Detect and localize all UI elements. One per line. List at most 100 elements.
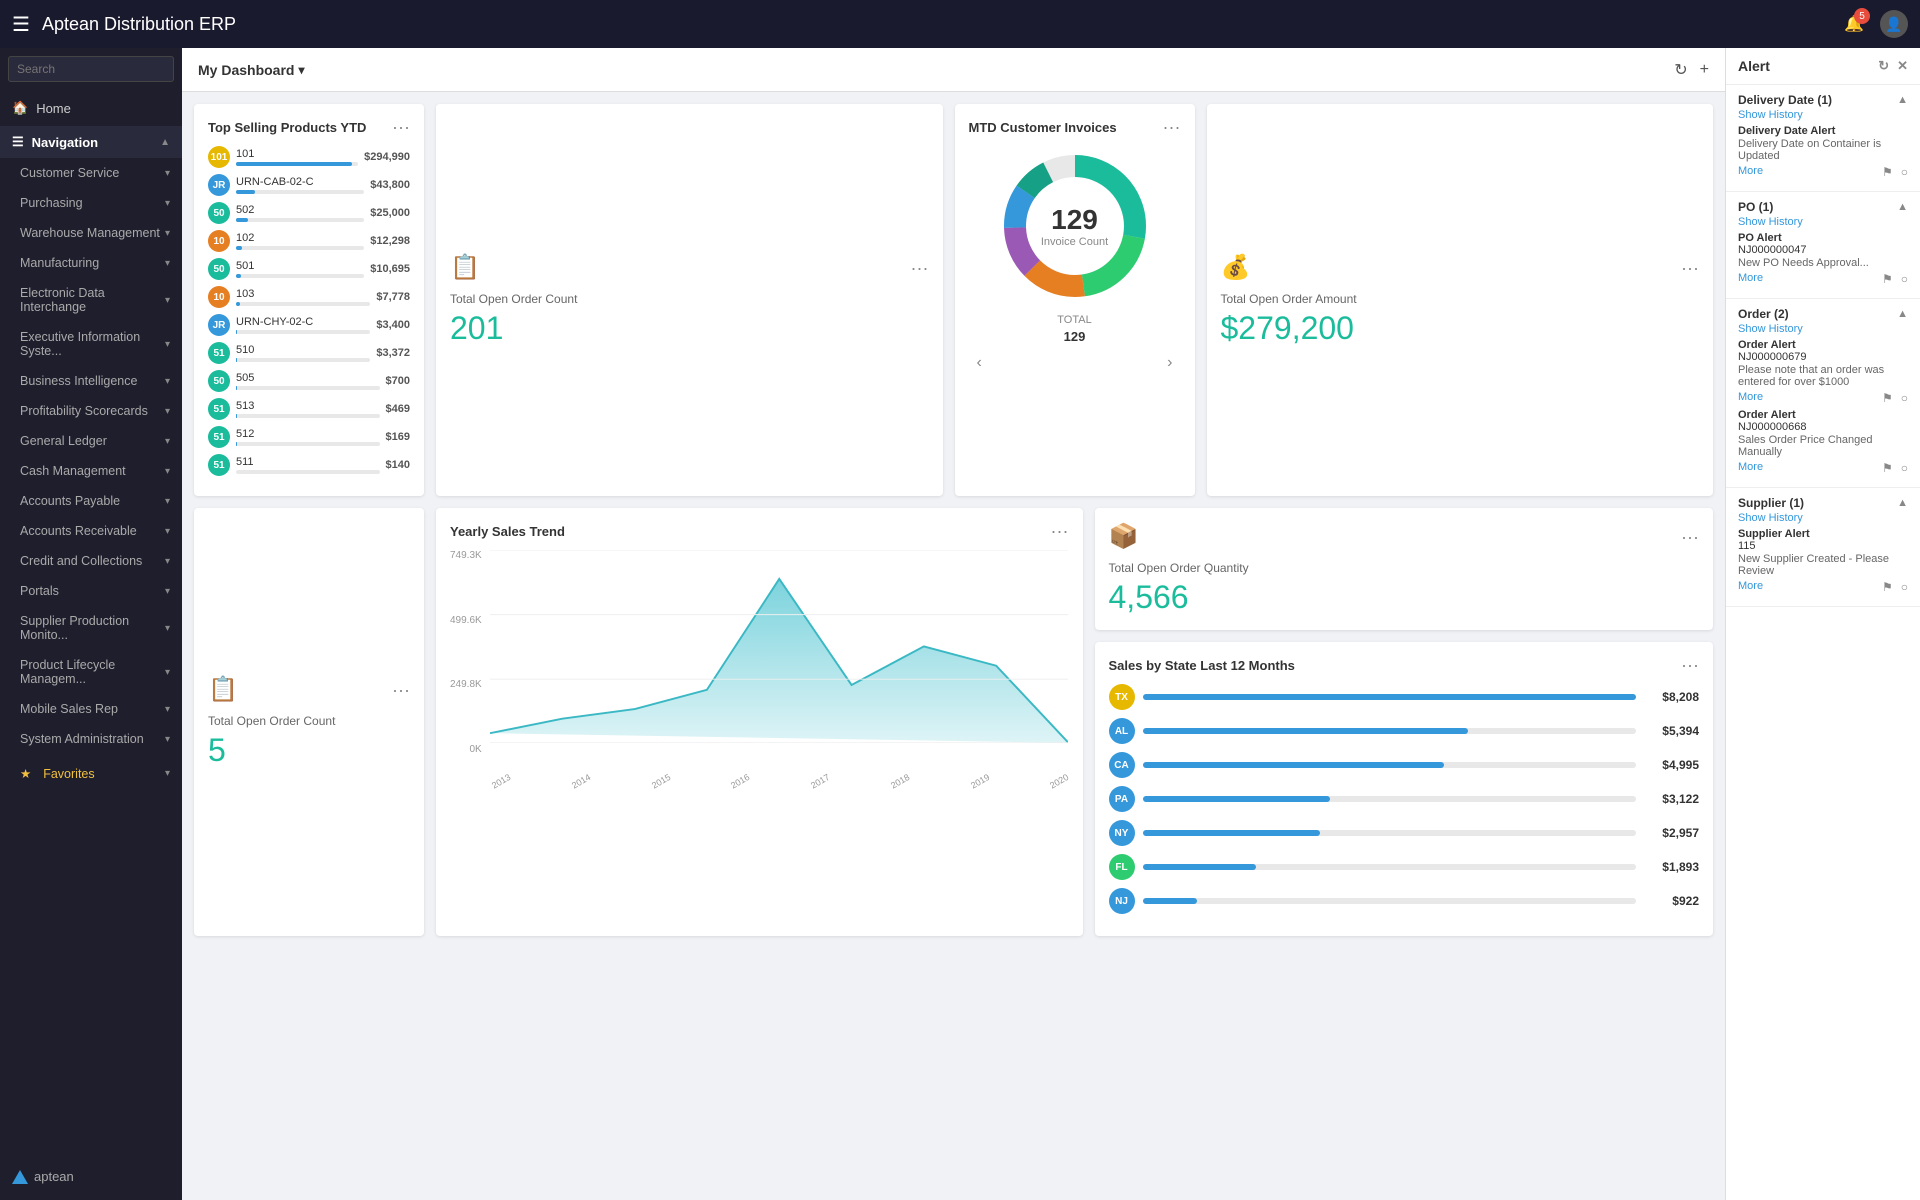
sidebar-item-ap[interactable]: Accounts Payable ▾: [0, 486, 182, 516]
user-avatar[interactable]: 👤: [1880, 10, 1908, 38]
sidebar-item-favorites[interactable]: ★ Favorites ▾: [0, 758, 182, 789]
sidebar-item-portals[interactable]: Portals ▾: [0, 576, 182, 606]
prev-button[interactable]: ‹: [977, 354, 982, 372]
alert-flag-button[interactable]: ⚑: [1882, 165, 1893, 179]
sidebar-label: Manufacturing: [20, 256, 99, 270]
show-history-link[interactable]: Show History: [1738, 109, 1908, 121]
alert-item-number: NJ000000679: [1738, 351, 1908, 363]
chevron-down-icon: ▾: [165, 198, 170, 209]
alert-more-link[interactable]: More: [1738, 165, 1763, 179]
sidebar-item-purchasing[interactable]: Purchasing ▾: [0, 188, 182, 218]
add-button[interactable]: +: [1700, 60, 1709, 80]
alert-more-link[interactable]: More: [1738, 272, 1763, 286]
sidebar-item-manufacturing[interactable]: Manufacturing ▾: [0, 248, 182, 278]
sidebar-navigation-header[interactable]: ☰ Navigation ▲: [0, 126, 182, 158]
order-icon: 📋: [450, 253, 480, 282]
sidebar-label: Cash Management: [20, 464, 126, 478]
sidebar-item-profitability[interactable]: Profitability Scorecards ▾: [0, 396, 182, 426]
alert-section-chevron[interactable]: ▲: [1897, 497, 1908, 509]
sidebar-item-customer-service[interactable]: Customer Service ▾: [0, 158, 182, 188]
alert-actions: More ⚑ ○: [1738, 391, 1908, 405]
search-input[interactable]: [8, 56, 174, 82]
show-history-link[interactable]: Show History: [1738, 512, 1908, 524]
sidebar-item-ar[interactable]: Accounts Receivable ▾: [0, 516, 182, 546]
alert-item: PO Alert NJ000000047 New PO Needs Approv…: [1738, 232, 1908, 286]
sidebar-label: Business Intelligence: [20, 374, 137, 388]
sidebar-item-sysadmin[interactable]: System Administration ▾: [0, 724, 182, 754]
widget-more-button[interactable]: ···: [392, 118, 410, 136]
alert-item-title: Order Alert: [1738, 339, 1908, 351]
alert-section-chevron[interactable]: ▲: [1897, 308, 1908, 320]
sidebar-item-bi[interactable]: Business Intelligence ▾: [0, 366, 182, 396]
sidebar-label: Accounts Receivable: [20, 524, 137, 538]
list-item: FL $1,893: [1109, 854, 1700, 880]
sidebar-item-warehouse[interactable]: Warehouse Management ▾: [0, 218, 182, 248]
alert-close-icon[interactable]: ✕: [1897, 58, 1908, 74]
sidebar-item-eis[interactable]: Executive Information Syste... ▾: [0, 322, 182, 366]
product-badge: 50: [208, 370, 230, 392]
products-list: 101 101 $294,990 JR URN-CAB-02-C $43,800…: [208, 146, 410, 476]
sidebar-item-cash[interactable]: Cash Management ▾: [0, 456, 182, 486]
alert-section-chevron[interactable]: ▲: [1897, 94, 1908, 106]
alert-dismiss-button[interactable]: ○: [1901, 165, 1908, 179]
product-badge: 51: [208, 426, 230, 448]
show-history-link[interactable]: Show History: [1738, 323, 1908, 335]
state-badge: CA: [1109, 752, 1135, 778]
product-name: 511: [236, 456, 380, 468]
alert-dismiss-button[interactable]: ○: [1901, 391, 1908, 405]
alert-more-link[interactable]: More: [1738, 461, 1763, 475]
alert-section-title: PO (1) ▲: [1738, 200, 1908, 214]
state-bar: [1143, 728, 1469, 734]
list-item: 51 510 $3,372: [208, 342, 410, 364]
list-item: 10 103 $7,778: [208, 286, 410, 308]
widget-more-button[interactable]: ···: [911, 259, 929, 277]
alert-section-name: Supplier (1): [1738, 496, 1804, 510]
widget-more-button[interactable]: ···: [392, 681, 410, 699]
widget-header: 💰 ···: [1221, 253, 1700, 282]
alert-section-name: Delivery Date (1): [1738, 93, 1832, 107]
alert-flag-button[interactable]: ⚑: [1882, 272, 1893, 286]
alert-dismiss-button[interactable]: ○: [1901, 272, 1908, 286]
alert-flag-button[interactable]: ⚑: [1882, 461, 1893, 475]
alert-dismiss-button[interactable]: ○: [1901, 580, 1908, 594]
sidebar-item-credit[interactable]: Credit and Collections ▾: [0, 546, 182, 576]
product-bar-container: [236, 358, 370, 362]
alert-refresh-icon[interactable]: ↻: [1878, 58, 1889, 74]
widget-more-button[interactable]: ···: [1681, 528, 1699, 546]
chevron-down-icon: ▾: [165, 496, 170, 507]
chevron-down-icon: ▾: [165, 295, 170, 306]
alert-flag-button[interactable]: ⚑: [1882, 580, 1893, 594]
show-history-link[interactable]: Show History: [1738, 216, 1908, 228]
hamburger-icon[interactable]: ☰: [12, 12, 30, 37]
sidebar-item-home[interactable]: 🏠 Home: [0, 90, 182, 126]
content-area: My Dashboard ▾ ↻ + Top Selling Products …: [182, 48, 1920, 1200]
widget-more-button[interactable]: ···: [1681, 656, 1699, 674]
notification-bell[interactable]: 🔔 5: [1844, 14, 1864, 34]
sidebar-item-plm[interactable]: Product Lifecycle Managem... ▾: [0, 650, 182, 694]
refresh-button[interactable]: ↻: [1674, 60, 1687, 80]
chevron-down-icon: ▾: [165, 556, 170, 567]
state-badge: AL: [1109, 718, 1135, 744]
product-name: URN-CAB-02-C: [236, 176, 364, 188]
widget-more-button[interactable]: ···: [1051, 522, 1069, 540]
sidebar-label: Portals: [20, 584, 59, 598]
sidebar-item-spm[interactable]: Supplier Production Monito... ▾: [0, 606, 182, 650]
alert-section-chevron[interactable]: ▲: [1897, 201, 1908, 213]
alert-more-link[interactable]: More: [1738, 580, 1763, 594]
alert-item-title: Delivery Date Alert: [1738, 125, 1908, 137]
sidebar-label: Accounts Payable: [20, 494, 120, 508]
dashboard-title[interactable]: My Dashboard ▾: [198, 62, 305, 78]
widget-more-button[interactable]: ···: [1163, 118, 1181, 136]
sidebar-label: Profitability Scorecards: [20, 404, 148, 418]
sidebar-item-edi[interactable]: Electronic Data Interchange ▾: [0, 278, 182, 322]
sidebar-label: Executive Information Syste...: [20, 330, 165, 358]
alert-flag-button[interactable]: ⚑: [1882, 391, 1893, 405]
alert-dismiss-button[interactable]: ○: [1901, 461, 1908, 475]
sidebar-item-mobile-sales[interactable]: Mobile Sales Rep ▾: [0, 694, 182, 724]
next-button[interactable]: ›: [1167, 354, 1172, 372]
product-badge: 10: [208, 286, 230, 308]
sidebar-item-gl[interactable]: General Ledger ▾: [0, 426, 182, 456]
state-bar: [1143, 864, 1257, 870]
alert-more-link[interactable]: More: [1738, 391, 1763, 405]
widget-more-button[interactable]: ···: [1681, 259, 1699, 277]
